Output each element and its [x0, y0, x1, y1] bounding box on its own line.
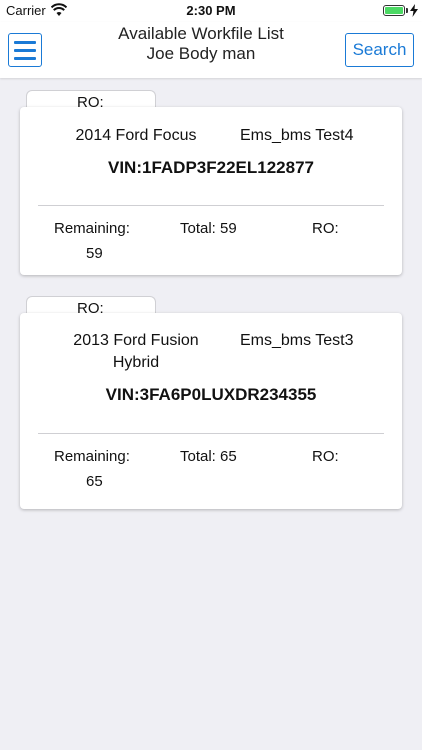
navigation-bar: Available Workfile List Joe Body man Sea…	[0, 22, 422, 78]
estimator-name: Ems_bms Test4	[240, 127, 354, 144]
remaining-label: Remaining:	[54, 448, 130, 465]
workfile-card-body[interactable]: 2014 Ford Focus Ems_bms Test4 VIN:1FADP3…	[20, 107, 402, 275]
workfile-card-body[interactable]: 2013 Ford Fusion Hybrid Ems_bms Test3 VI…	[20, 313, 402, 509]
battery-tip	[406, 8, 408, 13]
remaining-value: 65	[86, 473, 103, 490]
divider	[38, 433, 384, 434]
page-subtitle-user: Joe Body man	[146, 44, 256, 63]
charging-bolt-icon	[410, 4, 418, 17]
page-title-line1: Available Workfile List	[118, 24, 284, 43]
status-bar: Carrier 2:30 PM	[0, 0, 422, 22]
page-title: Available Workfile List Joe Body man	[60, 24, 342, 64]
total-label: Total: 59	[180, 220, 237, 237]
menu-button[interactable]	[8, 33, 42, 67]
clock: 2:30 PM	[186, 3, 236, 18]
battery-icon	[383, 5, 405, 16]
ro-label: RO:	[312, 448, 339, 465]
ro-label: RO:	[312, 220, 339, 237]
remaining-label: Remaining:	[54, 220, 130, 237]
estimator-name: Ems_bms Test3	[240, 332, 354, 349]
vehicle-description: 2014 Ford Focus	[75, 127, 197, 144]
vin-label: VIN:1FADP3F22EL122877	[108, 158, 314, 177]
vin-label: VIN:3FA6P0LUXDR234355	[105, 385, 317, 404]
search-button[interactable]: Search	[345, 33, 414, 67]
divider	[38, 205, 384, 206]
remaining-value: 59	[86, 245, 103, 262]
total-label: Total: 65	[180, 448, 237, 465]
hamburger-menu-icon	[14, 40, 36, 44]
vehicle-description: 2013 Ford Fusion Hybrid	[73, 332, 199, 371]
